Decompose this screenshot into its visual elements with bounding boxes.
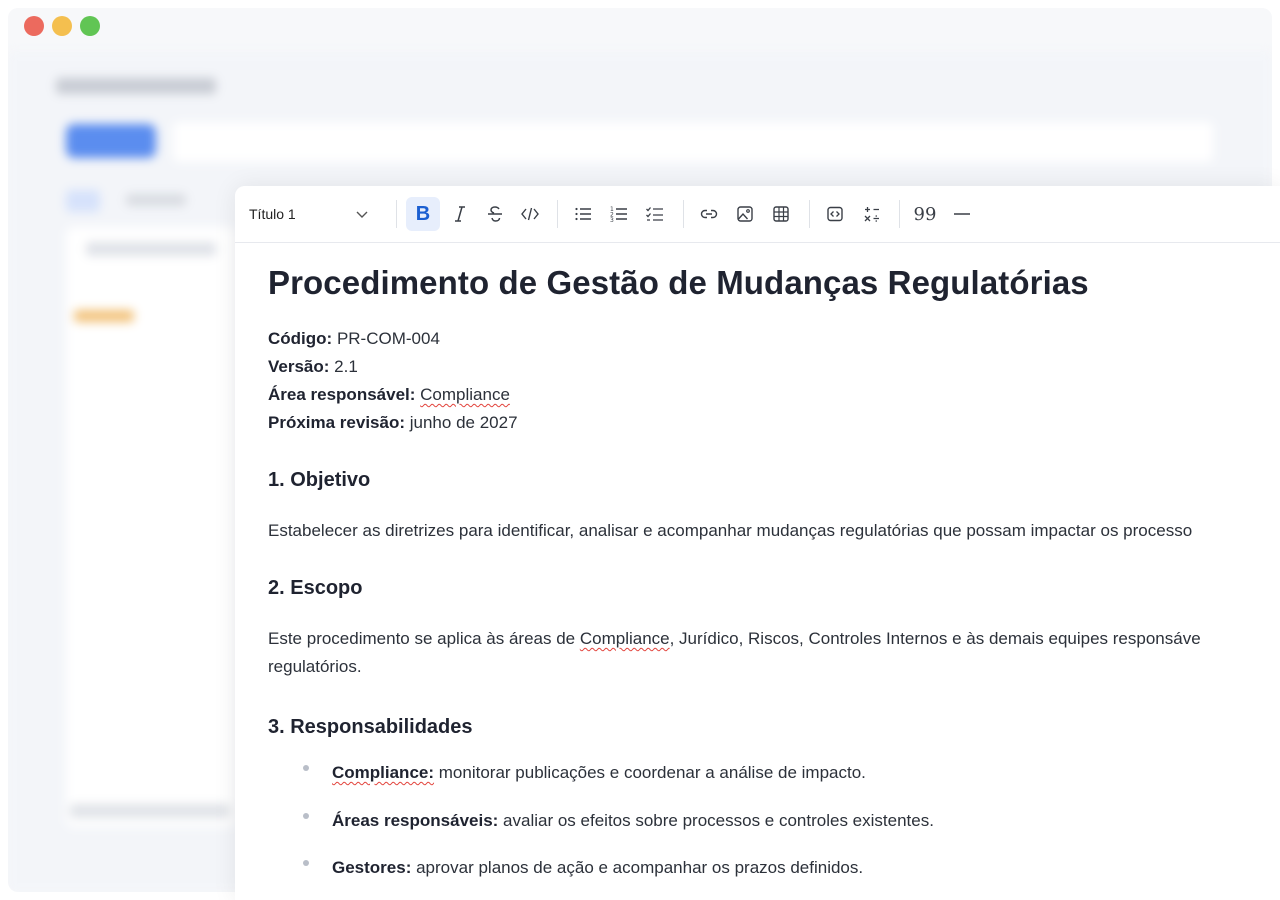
embed-button[interactable]: [818, 197, 852, 231]
toolbar-divider: [396, 200, 397, 228]
italic-icon: [455, 206, 465, 222]
checklist-icon: [646, 207, 663, 221]
math-button[interactable]: [855, 197, 889, 231]
title-bar: [8, 8, 1272, 52]
bold-button[interactable]: B: [406, 197, 440, 231]
bg-primary-button: [66, 124, 156, 158]
heading-style-value: Título 1: [249, 206, 296, 222]
table-icon: [773, 206, 789, 222]
editor-toolbar: Título 1 B 123 99: [235, 186, 1280, 243]
bg-row: [86, 242, 216, 256]
bold-icon: B: [415, 202, 431, 225]
document-metadata: Código: PR-COM-004 Versão: 2.1 Área resp…: [268, 325, 518, 437]
section-heading-objetivo: 1. Objetivo: [268, 469, 371, 491]
meta-label: Código:: [268, 329, 333, 348]
meta-row-review: Próxima revisão: junho de 2027: [268, 409, 518, 437]
math-icon: [864, 207, 879, 222]
list-item-label: Gestores:: [332, 858, 412, 877]
numbered-list-icon: 123: [610, 206, 627, 224]
meta-label: Próxima revisão:: [268, 413, 406, 432]
list-item-text: avaliar os efeitos sobre processos e con…: [498, 811, 934, 830]
link-button[interactable]: [692, 197, 726, 231]
strikethrough-button[interactable]: [478, 197, 512, 231]
strikethrough-icon: [488, 206, 502, 222]
section-text-escopo-line2: regulatórios.: [268, 657, 362, 676]
bg-tab: [126, 194, 186, 206]
section-text-objetivo: Estabelecer as diretrizes para identific…: [268, 521, 1193, 540]
meta-label: Versão:: [268, 357, 330, 376]
meta-row-code: Código: PR-COM-004: [268, 325, 518, 353]
list-item: Áreas responsáveis: avaliar os efeitos s…: [303, 811, 934, 831]
svg-text:3: 3: [610, 217, 614, 224]
bullet-list-button[interactable]: [566, 197, 600, 231]
bg-row: [74, 310, 134, 322]
bg-page-title: [56, 78, 216, 94]
list-item-label: Compliance:: [332, 763, 435, 782]
bullet-icon: [303, 765, 309, 771]
horizontal-rule-icon: [954, 213, 970, 215]
list-item-label: Áreas responsáveis:: [332, 811, 499, 830]
text-segment: Este procedimento se aplica às áreas de: [268, 629, 580, 648]
meta-value: 2.1: [334, 357, 358, 376]
embed-icon: [827, 206, 843, 222]
heading-style-select[interactable]: Título 1: [249, 203, 369, 225]
code-icon: [521, 207, 539, 221]
minimize-window-button[interactable]: [52, 16, 72, 36]
meta-value: PR-COM-004: [336, 329, 440, 348]
table-button[interactable]: [764, 197, 798, 231]
meta-value: Compliance: [420, 385, 510, 404]
numbered-list-button[interactable]: 123: [602, 197, 636, 231]
close-window-button[interactable]: [24, 16, 44, 36]
meta-row-area: Área responsável: Compliance: [268, 381, 518, 409]
maximize-window-button[interactable]: [80, 16, 100, 36]
quote-button[interactable]: 99: [908, 197, 942, 231]
list-item-text: aprovar planos de ação e acompanhar os p…: [411, 858, 864, 877]
list-item: Compliance: monitorar publicações e coor…: [303, 763, 866, 783]
image-icon: [737, 206, 753, 222]
horizontal-rule-button[interactable]: [945, 197, 979, 231]
document-editor: Título 1 B 123 99 Procedimento de Gestão…: [235, 186, 1280, 900]
checklist-button[interactable]: [638, 197, 672, 231]
meta-row-version: Versão: 2.1: [268, 353, 518, 381]
toolbar-divider: [809, 200, 810, 228]
italic-button[interactable]: [443, 197, 477, 231]
toolbar-divider: [557, 200, 558, 228]
section-heading-escopo: 2. Escopo: [268, 577, 363, 599]
list-item: Gestores: aprovar planos de ação e acomp…: [303, 858, 864, 878]
section-heading-responsabilidades: 3. Responsabilidades: [268, 716, 473, 738]
code-button[interactable]: [513, 197, 547, 231]
text-segment: , Jurídico, Riscos, Controles Internos e…: [669, 629, 1201, 648]
bg-search-bar: [173, 122, 1213, 162]
chevron-down-icon: [356, 211, 368, 218]
bullet-icon: [303, 860, 309, 866]
document-title: Procedimento de Gestão de Mudanças Regul…: [268, 264, 1089, 301]
bullet-list-icon: [575, 207, 591, 221]
link-icon: [700, 209, 718, 219]
meta-value: junho de 2027: [409, 413, 518, 432]
toolbar-divider: [683, 200, 684, 228]
quote-icon: 99: [913, 203, 937, 225]
meta-label: Área responsável:: [268, 385, 416, 404]
section-text-escopo: Este procedimento se aplica às áreas de …: [268, 625, 1201, 653]
bg-row: [70, 804, 230, 818]
image-button[interactable]: [728, 197, 762, 231]
misspelled-word: Compliance: [579, 629, 670, 648]
bg-tab: [66, 190, 100, 212]
bullet-icon: [303, 813, 309, 819]
list-item-text: monitorar publicações e coordenar a anál…: [434, 763, 866, 782]
toolbar-divider: [899, 200, 900, 228]
